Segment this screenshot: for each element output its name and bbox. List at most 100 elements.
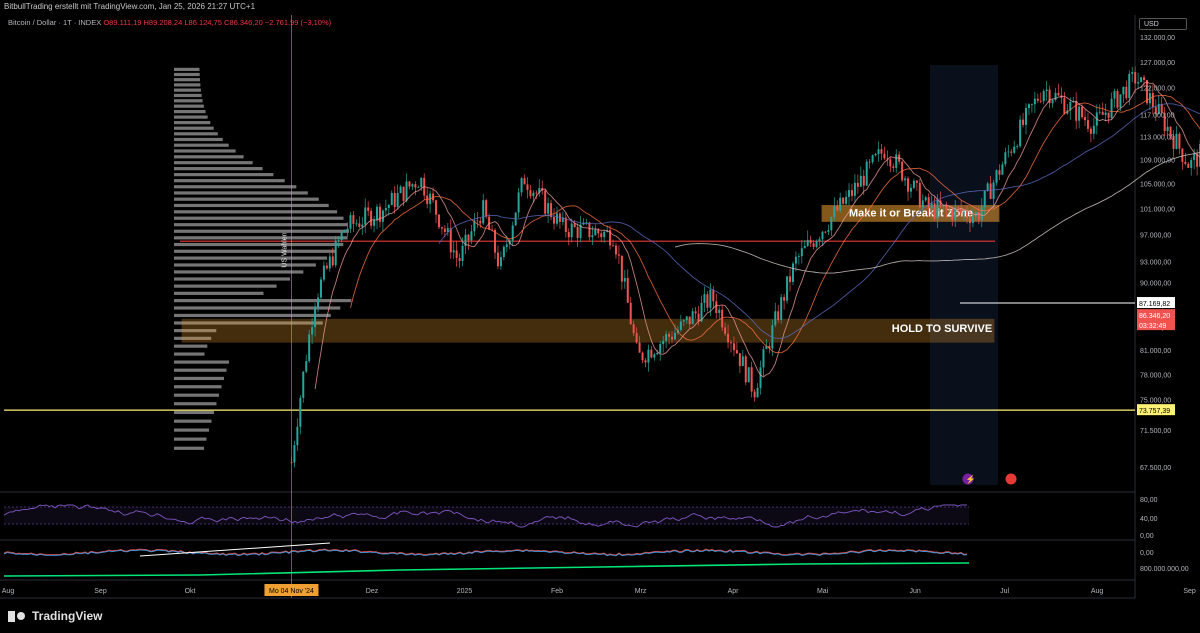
- candle: [1151, 93, 1154, 108]
- candle: [948, 209, 951, 211]
- volume-profile-bar: [174, 216, 344, 220]
- candle: [346, 228, 349, 231]
- candle: [1098, 111, 1101, 113]
- x-tick-label: Okt: [185, 588, 196, 595]
- volume-profile-bar: [174, 437, 207, 441]
- candle: [647, 349, 650, 363]
- candle: [585, 222, 588, 224]
- candle: [930, 203, 933, 209]
- volume-profile-bar: [174, 179, 285, 183]
- candle: [1175, 133, 1178, 149]
- y-tick-label: 122.000,00: [1140, 86, 1175, 93]
- volume-profile-bar: [174, 137, 223, 142]
- volume-profile-bar: [174, 155, 244, 159]
- candle: [892, 166, 895, 168]
- candle: [859, 175, 862, 187]
- candle: [355, 223, 358, 225]
- candle: [399, 186, 402, 194]
- y-tick-label: 113.000,00: [1140, 135, 1175, 142]
- tradingview-footer[interactable]: TradingView: [8, 609, 102, 623]
- candle: [1181, 148, 1184, 162]
- x-tick-label: Aug: [1091, 588, 1104, 595]
- candle: [703, 294, 706, 303]
- price-label-countdown: 03:32:49: [1139, 323, 1166, 330]
- volume-profile-bar: [174, 203, 329, 208]
- candle: [895, 154, 898, 168]
- candle: [833, 206, 836, 218]
- rsi-tick: 40,00: [1140, 516, 1158, 523]
- candle: [373, 219, 376, 226]
- candle: [290, 462, 293, 464]
- volume-profile-bar: [174, 210, 338, 214]
- candle: [322, 265, 325, 280]
- volume-tick: 800.000.000,00: [1140, 566, 1189, 573]
- price-chart[interactable]: HOLD TO SURVIVEMake it or Break it ZoneU…: [0, 0, 1200, 633]
- candle: [1019, 119, 1022, 147]
- candle: [467, 234, 470, 241]
- volume-profile-bar: [174, 446, 204, 450]
- candle: [786, 276, 789, 301]
- volume-profile-bar: [174, 167, 263, 171]
- candle: [662, 340, 665, 345]
- candle: [594, 229, 597, 236]
- x-tick-label: Feb: [551, 588, 563, 595]
- volume-profile-bar: [174, 402, 217, 406]
- candle: [853, 182, 856, 196]
- volume-profile-bar: [174, 263, 316, 267]
- candle: [626, 277, 629, 303]
- candle: [671, 336, 674, 340]
- candle: [614, 245, 617, 255]
- y-tick-label: 67.500,00: [1140, 465, 1171, 472]
- candle: [789, 276, 792, 282]
- y-tick-label: 101.000,00: [1140, 207, 1175, 214]
- y-tick-label: 132.000,00: [1140, 35, 1175, 42]
- candle: [659, 344, 662, 353]
- candle: [933, 203, 936, 219]
- candle: [797, 256, 800, 257]
- candle: [912, 180, 915, 188]
- candle: [417, 187, 420, 188]
- candle: [499, 257, 502, 267]
- x-tick-label: Sep: [94, 588, 107, 595]
- candle: [1140, 77, 1143, 83]
- candle: [1187, 163, 1190, 168]
- candle: [1116, 91, 1119, 108]
- candle: [1039, 100, 1042, 102]
- y-tick-label: 93.000,00: [1140, 260, 1171, 267]
- candle: [547, 203, 550, 214]
- candle: [617, 254, 620, 256]
- candle: [883, 153, 886, 159]
- candle: [420, 177, 423, 188]
- candle: [367, 207, 370, 211]
- candle: [730, 342, 733, 344]
- candle: [1134, 72, 1137, 84]
- volume-profile-bar: [174, 161, 253, 165]
- candle: [1081, 106, 1084, 118]
- candle: [1089, 128, 1092, 134]
- volume-profile-bar: [174, 88, 201, 92]
- candle: [809, 239, 812, 244]
- volume-profile-bar: [174, 173, 274, 177]
- tradingview-logo-icon: [8, 610, 26, 622]
- volume-profile-bar: [174, 67, 200, 71]
- candle: [340, 232, 343, 241]
- candle: [1075, 101, 1078, 121]
- candle: [815, 241, 818, 247]
- candle: [641, 352, 644, 361]
- y-tick-label: 105.000,00: [1140, 182, 1175, 189]
- candle: [570, 223, 573, 238]
- candle: [1022, 119, 1025, 125]
- candle: [308, 334, 311, 362]
- candle: [293, 445, 296, 463]
- candle: [1178, 133, 1181, 149]
- candle: [971, 216, 974, 224]
- candle: [759, 367, 762, 388]
- candle: [576, 226, 579, 238]
- volume-line: [3, 562, 970, 577]
- candle: [1166, 126, 1169, 131]
- candle: [544, 190, 547, 214]
- volume-profile-bar: [174, 344, 208, 348]
- candle: [673, 332, 676, 340]
- candle: [535, 192, 538, 194]
- candle: [989, 183, 992, 199]
